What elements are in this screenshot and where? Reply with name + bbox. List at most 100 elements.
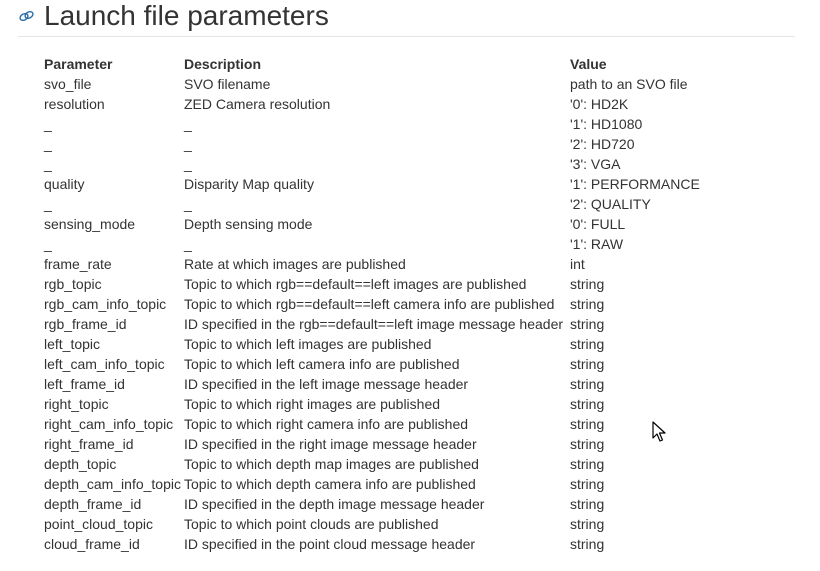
- table-row: _ _ '1': RAW: [44, 234, 720, 254]
- parameter-cell: svo_file: [44, 76, 92, 92]
- value-cell: string: [570, 476, 605, 492]
- parameter-cell: _: [44, 196, 52, 212]
- mouse-pointer-icon: [652, 421, 666, 443]
- parameter-cell: depth_frame_id: [44, 496, 142, 512]
- table-row: left_cam_info_topic Topic to which left c…: [44, 354, 720, 374]
- description-cell: _: [184, 236, 192, 252]
- section-heading: Launch file parameters: [18, 0, 795, 37]
- parameter-cell: depth_topic: [44, 456, 117, 472]
- description-cell: Topic to which rgb==default==left images…: [184, 276, 527, 292]
- description-cell: ID specified in the depth image message …: [184, 496, 485, 512]
- column-header-description: Description: [184, 56, 262, 72]
- value-cell: '0': FULL: [570, 216, 626, 232]
- parameter-cell: right_cam_info_topic: [44, 416, 174, 432]
- parameter-cell: left_frame_id: [44, 376, 125, 392]
- description-cell: Topic to which left images are published: [184, 336, 432, 352]
- parameter-cell: left_topic: [44, 336, 101, 352]
- parameter-cell: left_cam_info_topic: [44, 356, 165, 372]
- parameter-cell: depth_cam_info_topic: [44, 476, 181, 492]
- page-title: Launch file parameters: [44, 0, 329, 31]
- link-icon[interactable]: [18, 8, 36, 24]
- value-cell: string: [570, 536, 605, 552]
- parameters-table: Parameter Description Value svo_file SVO …: [44, 54, 720, 554]
- parameter-cell: frame_rate: [44, 256, 112, 272]
- table-row: rgb_topic Topic to which rgb==default==le…: [44, 274, 720, 294]
- table-row: depth_frame_id ID specified in the depth …: [44, 494, 720, 514]
- parameter-cell: right_frame_id: [44, 436, 134, 452]
- value-cell: string: [570, 276, 605, 292]
- table-row: left_frame_id ID specified in the left im…: [44, 374, 720, 394]
- value-cell: string: [570, 416, 605, 432]
- table-row: depth_cam_info_topic Topic to which depth…: [44, 474, 720, 494]
- value-cell: '2': HD720: [570, 136, 635, 152]
- table-row: _ _ '2': QUALITY: [44, 194, 720, 214]
- value-cell: string: [570, 496, 605, 512]
- table-row: quality Disparity Map quality '1': PERFORM…: [44, 174, 720, 194]
- value-cell: string: [570, 456, 605, 472]
- description-cell: Topic to which right camera info are pub…: [184, 416, 469, 432]
- parameter-cell: right_topic: [44, 396, 109, 412]
- value-cell: string: [570, 516, 605, 532]
- table-row: _ _ '2': HD720: [44, 134, 720, 154]
- description-cell: Depth sensing mode: [184, 216, 313, 232]
- table-row: left_topic Topic to which left images are…: [44, 334, 720, 354]
- parameter-cell: rgb_frame_id: [44, 316, 127, 332]
- description-cell: Rate at which images are published: [184, 256, 406, 272]
- description-cell: _: [184, 196, 192, 212]
- value-cell: string: [570, 436, 605, 452]
- value-cell: '0': HD2K: [570, 96, 629, 112]
- parameter-cell: cloud_frame_id: [44, 536, 140, 552]
- parameter-cell: resolution: [44, 96, 105, 112]
- value-cell: int: [570, 256, 585, 272]
- parameter-cell: point_cloud_topic: [44, 516, 153, 532]
- value-cell: string: [570, 356, 605, 372]
- description-cell: ID specified in the right image message …: [184, 436, 477, 452]
- table-row: right_topic Topic to which right images a…: [44, 394, 720, 414]
- column-header-value: Value: [570, 56, 607, 72]
- table-row: cloud_frame_id ID specified in the point …: [44, 534, 720, 554]
- table-row: rgb_frame_id ID specified in the rgb==def…: [44, 314, 720, 334]
- value-cell: string: [570, 376, 605, 392]
- description-cell: _: [184, 116, 192, 132]
- parameter-cell: _: [44, 156, 52, 172]
- table-header-row: Parameter Description Value: [44, 54, 720, 74]
- description-cell: SVO filename: [184, 76, 271, 92]
- table-row: right_frame_id ID specified in the right …: [44, 434, 720, 454]
- table-row: right_cam_info_topic Topic to which right…: [44, 414, 720, 434]
- description-cell: Disparity Map quality: [184, 176, 314, 192]
- parameter-cell: _: [44, 236, 52, 252]
- parameter-cell: rgb_cam_info_topic: [44, 296, 167, 312]
- description-cell: Topic to which depth camera info are pub…: [184, 476, 476, 492]
- description-cell: Topic to which rgb==default==left camera…: [184, 296, 555, 312]
- value-cell: string: [570, 396, 605, 412]
- value-cell: '1': PERFORMANCE: [570, 176, 700, 192]
- value-cell: string: [570, 296, 605, 312]
- parameter-cell: rgb_topic: [44, 276, 102, 292]
- table-row: resolution ZED Camera resolution '0': HD2K: [44, 94, 720, 114]
- value-cell: string: [570, 316, 605, 332]
- table-row: frame_rate Rate at which images are publi…: [44, 254, 720, 274]
- parameter-cell: _: [44, 136, 52, 152]
- description-cell: ZED Camera resolution: [184, 96, 331, 112]
- description-cell: Topic to which point clouds are publishe…: [184, 516, 439, 532]
- description-cell: Topic to which depth map images are publ…: [184, 456, 479, 472]
- value-cell: path to an SVO file: [570, 76, 688, 92]
- description-cell: ID specified in the point cloud message …: [184, 536, 476, 552]
- table-body: svo_file SVO filename path to an SVO file r…: [44, 74, 720, 554]
- parameter-cell: sensing_mode: [44, 216, 136, 232]
- value-cell: '2': QUALITY: [570, 196, 651, 212]
- table-row: _ _ '3': VGA: [44, 154, 720, 174]
- description-cell: ID specified in the left image message h…: [184, 376, 469, 392]
- parameter-cell: _: [44, 116, 52, 132]
- value-cell: string: [570, 336, 605, 352]
- description-cell: Topic to which left camera info are publ…: [184, 356, 460, 372]
- table-row: sensing_mode Depth sensing mode '0': FULL: [44, 214, 720, 234]
- table-row: rgb_cam_info_topic Topic to which rgb==de…: [44, 294, 720, 314]
- value-cell: '1': RAW: [570, 236, 624, 252]
- description-cell: _: [184, 156, 192, 172]
- value-cell: '3': VGA: [570, 156, 621, 172]
- table-row: depth_topic Topic to which depth map imag…: [44, 454, 720, 474]
- table-row: point_cloud_topic Topic to which point cl…: [44, 514, 720, 534]
- column-header-parameter: Parameter: [44, 56, 113, 72]
- table-row: svo_file SVO filename path to an SVO file: [44, 74, 720, 94]
